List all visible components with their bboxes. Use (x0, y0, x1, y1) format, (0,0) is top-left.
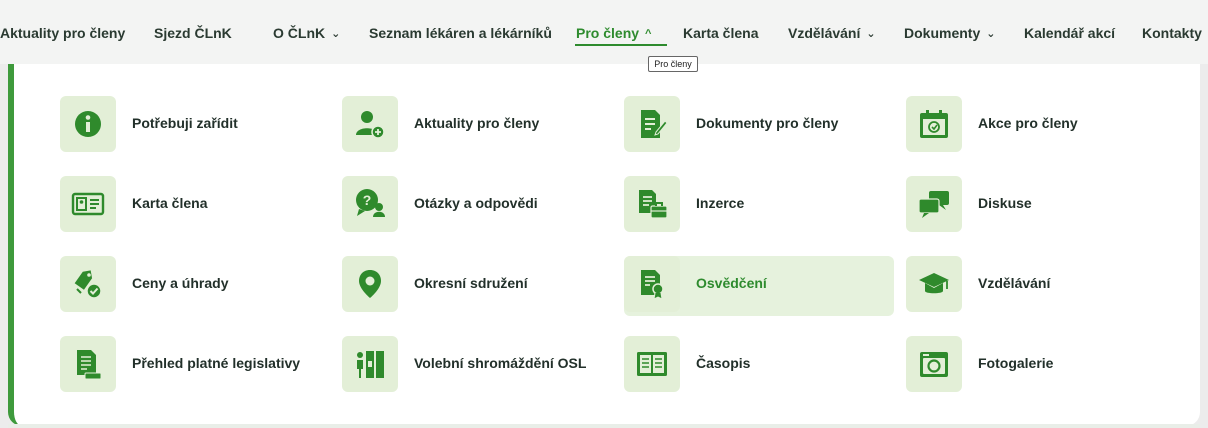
nav-item-karta-clena[interactable]: Karta člena (683, 25, 758, 41)
menu-item-osvedceni[interactable]: Osvědčení (624, 256, 894, 316)
user-add-icon (342, 96, 398, 152)
nav-item-vzdelavani[interactable]: Vzdělávání ⌄ (788, 25, 876, 41)
menu-item-label: Karta člena (132, 195, 208, 211)
menu-item-casopis[interactable]: Časopis (624, 336, 894, 396)
menu-item-label: Inzerce (696, 195, 745, 211)
document-briefcase-icon (624, 176, 680, 232)
tooltip: Pro členy (648, 56, 698, 72)
menu-item-label: Akce pro členy (978, 115, 1078, 131)
menu-item-label: Potřebuji zařídit (132, 115, 238, 131)
nav-label: Karta člena (683, 25, 759, 41)
info-icon (60, 96, 116, 152)
document-edit-icon (624, 96, 680, 152)
nav-label: Vzdělávání (788, 25, 861, 41)
chevron-down-icon: ⌄ (866, 28, 876, 40)
menu-item-dokumenty-pro-cleny[interactable]: Dokumenty pro členy (624, 96, 894, 156)
menu-item-okresni-sdruzeni[interactable]: Okresní sdružení (342, 256, 612, 316)
voting-icon (342, 336, 398, 392)
menu-item-inzerce[interactable]: Inzerce (624, 176, 894, 236)
nav-item-sjezd[interactable]: Sjezd ČLnK (154, 25, 232, 41)
menu-item-otazky-a-odpovedi[interactable]: ? Otázky a odpovědi (342, 176, 612, 236)
map-pin-icon (342, 256, 398, 312)
active-nav-underline (575, 44, 667, 46)
menu-item-label: Dokumenty pro členy (696, 115, 839, 131)
id-card-icon (60, 176, 116, 232)
menu-item-label: Osvědčení (696, 275, 767, 291)
nav-label: Kontakty (1142, 25, 1202, 41)
price-tag-icon (60, 256, 116, 312)
menu-item-label: Okresní sdružení (414, 275, 528, 291)
nav-label: Aktuality pro členy (0, 25, 126, 41)
calendar-icon (906, 96, 962, 152)
menu-item-label: Volební shromáždění OSL (414, 355, 587, 371)
chevron-down-icon: ⌄ (986, 28, 996, 40)
menu-item-label: Otázky a odpovědi (414, 195, 538, 211)
menu-item-label: Aktuality pro členy (414, 115, 540, 131)
chevron-down-icon: ⌄ (331, 28, 341, 40)
nav-label: Dokumenty (904, 25, 981, 41)
menu-item-fotogalerie[interactable]: Fotogalerie (906, 336, 1176, 396)
nav-item-aktuality[interactable]: Aktuality pro členy (0, 25, 125, 41)
nav-label: Kalendář akcí (1024, 25, 1116, 41)
menu-item-label: Ceny a úhrady (132, 275, 229, 291)
menu-item-karta-clena[interactable]: Karta člena (60, 176, 330, 236)
chevron-up-icon: ^ (645, 28, 652, 40)
nav-item-pro-cleny[interactable]: Pro členy ^ (576, 25, 651, 41)
nav-label: O ČLnK (273, 25, 326, 41)
graduation-cap-icon (906, 256, 962, 312)
menu-item-potrebuji-zaridit[interactable]: Potřebuji zařídit (60, 96, 330, 156)
nav-item-seznam-lekaren[interactable]: Seznam lékáren a lékárníků (369, 25, 552, 41)
menu-item-diskuse[interactable]: Diskuse (906, 176, 1176, 236)
question-chat-icon: ? (342, 176, 398, 232)
menu-item-label: Vzdělávání (978, 275, 1051, 291)
nav-item-dokumenty[interactable]: Dokumenty ⌄ (904, 25, 995, 41)
menu-item-aktuality-pro-cleny[interactable]: Aktuality pro členy (342, 96, 612, 156)
svg-text:?: ? (363, 192, 372, 208)
top-navigation: Aktuality pro členy Sjezd ČLnK O ČLnK ⌄ S… (0, 0, 1208, 64)
menu-item-akce-pro-cleny[interactable]: Akce pro členy (906, 96, 1176, 156)
menu-item-label: Diskuse (978, 195, 1032, 211)
legislation-icon (60, 336, 116, 392)
menu-item-ceny-a-uhrady[interactable]: Ceny a úhrady (60, 256, 330, 316)
nav-item-o-clnk[interactable]: O ČLnK ⌄ (273, 25, 340, 41)
discussion-icon (906, 176, 962, 232)
nav-item-kalendar-akci[interactable]: Kalendář akcí (1024, 25, 1115, 41)
menu-item-label: Fotogalerie (978, 355, 1054, 371)
panel-bottom-strip (8, 424, 1200, 428)
menu-item-volebni-shromazdeni[interactable]: Volební shromáždění OSL (342, 336, 612, 396)
menu-item-vzdelavani[interactable]: Vzdělávání (906, 256, 1176, 316)
nav-label: Seznam lékáren a lékárníků (369, 25, 552, 41)
nav-label: Sjezd ČLnK (154, 25, 232, 41)
menu-item-prehled-legislativy[interactable]: Přehled platné legislativy (60, 336, 330, 396)
menu-item-label: Časopis (696, 355, 751, 371)
members-dropdown-panel: Potřebuji zařídit Aktuality pro členy Do… (8, 64, 1200, 426)
nav-item-kontakty[interactable]: Kontakty (1142, 25, 1202, 41)
magazine-icon (624, 336, 680, 392)
menu-item-label: Přehled platné legislativy (132, 355, 301, 371)
camera-icon (906, 336, 962, 392)
certificate-icon (624, 256, 680, 312)
nav-label: Pro členy (576, 25, 640, 41)
